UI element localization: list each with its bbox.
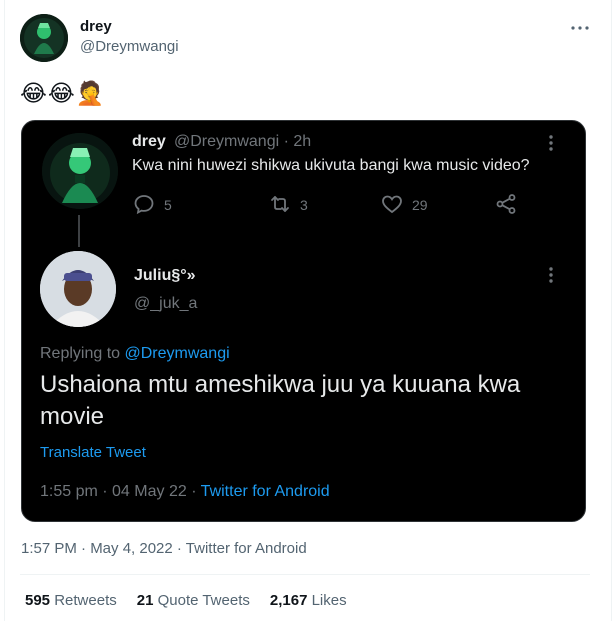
quotes-count: 21 xyxy=(136,592,154,609)
retweet-action[interactable]: 3 xyxy=(268,193,308,217)
reply-meta: 1:55 pm · 04 May 22 · Twitter for Androi… xyxy=(40,483,330,501)
quotes-label: Quote Tweets xyxy=(157,592,250,609)
quoted-author-name[interactable]: drey xyxy=(132,133,166,151)
quoted-author-avatar[interactable] xyxy=(42,133,118,209)
translate-tweet-link[interactable]: Translate Tweet xyxy=(40,444,146,461)
quoted-action-bar: 5 3 29 xyxy=(132,193,532,217)
quoted-author-handle[interactable]: @Dreymwangi xyxy=(174,133,279,150)
share-action[interactable] xyxy=(494,193,518,217)
tweet-timestamp[interactable]: 1:57 PM · May 4, 2022 · Twitter for Andr… xyxy=(21,540,307,557)
quoted-author-meta: @Dreymwangi · 2h xyxy=(174,133,311,151)
retweets-label: Retweets xyxy=(54,592,117,609)
engagement-stats: 595 Retweets 21 Quote Tweets 2,167 Likes xyxy=(25,592,347,609)
reply-timestamp[interactable]: 1:55 pm · 04 May 22 · xyxy=(40,483,201,500)
quoted-more-icon[interactable] xyxy=(541,133,561,158)
more-options-icon[interactable] xyxy=(568,16,592,40)
meta-separator: · xyxy=(283,133,289,150)
quoted-time[interactable]: 2h xyxy=(293,133,311,150)
reply-count: 5 xyxy=(164,197,172,213)
reply-author-name[interactable]: Juliu§°» xyxy=(134,267,196,285)
reply-author-handle[interactable]: @_juk_a xyxy=(134,295,197,313)
reply-more-icon[interactable] xyxy=(541,265,561,290)
replying-prefix: Replying to xyxy=(40,345,125,362)
author-avatar[interactable] xyxy=(20,14,68,62)
like-action[interactable]: 29 xyxy=(380,193,428,217)
likes-label: Likes xyxy=(311,592,347,609)
share-icon xyxy=(494,192,518,219)
thread-connector xyxy=(78,215,80,247)
reply-icon xyxy=(132,192,156,219)
reply-source-link[interactable]: Twitter for Android xyxy=(201,483,330,500)
reply-tweet-text: Ushaiona mtu ameshikwa juu ya kuuana kwa… xyxy=(40,371,521,430)
author-handle[interactable]: @Dreymwangi xyxy=(80,38,179,55)
reply-action[interactable]: 5 xyxy=(132,193,172,217)
tweet-text: 😂😂🤦 xyxy=(20,81,106,107)
like-count: 29 xyxy=(412,197,428,213)
retweet-count: 3 xyxy=(300,197,308,213)
retweets-stat[interactable]: 595 Retweets xyxy=(25,592,117,609)
likes-stat[interactable]: 2,167 Likes xyxy=(270,592,347,609)
reply-author-avatar[interactable] xyxy=(40,251,116,327)
quoted-thread-card[interactable]: drey @Dreymwangi · 2h Kwa nini huwezi sh… xyxy=(21,120,586,522)
retweet-icon xyxy=(268,192,292,219)
divider xyxy=(20,574,590,575)
quote-tweets-stat[interactable]: 21 Quote Tweets xyxy=(137,592,250,609)
replying-to-link[interactable]: @Dreymwangi xyxy=(125,345,230,362)
author-name[interactable]: drey xyxy=(80,18,112,35)
heart-icon xyxy=(380,192,404,219)
quoted-tweet-text: Kwa nini huwezi shikwa ukivuta bangi kwa… xyxy=(132,157,530,174)
likes-count: 2,167 xyxy=(269,592,308,609)
replying-to: Replying to @Dreymwangi xyxy=(40,345,230,363)
retweets-count: 595 xyxy=(25,592,51,609)
